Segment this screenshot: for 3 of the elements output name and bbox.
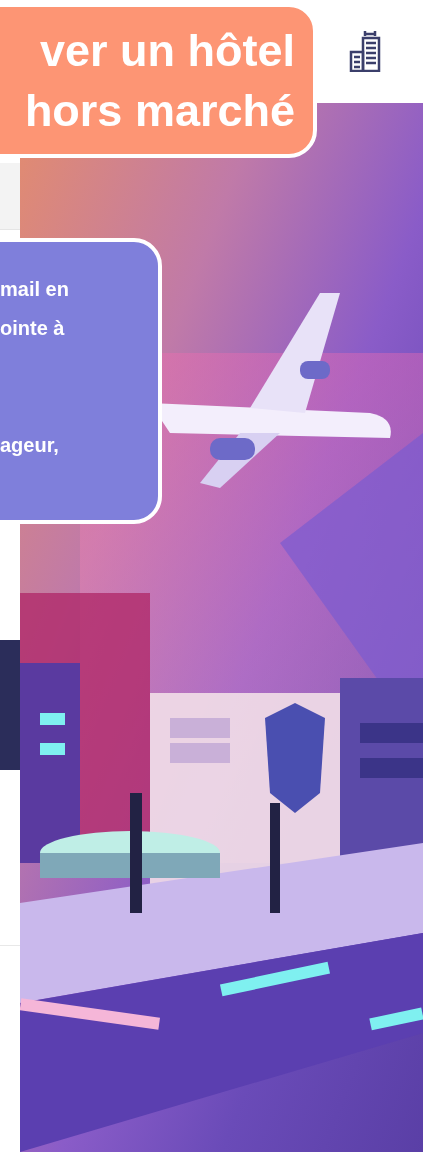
info-text: mail en ointe à ageur,	[0, 277, 70, 458]
headline-text: ver un hôtel	[39, 23, 295, 78]
headline-text: hors marché	[24, 83, 295, 138]
